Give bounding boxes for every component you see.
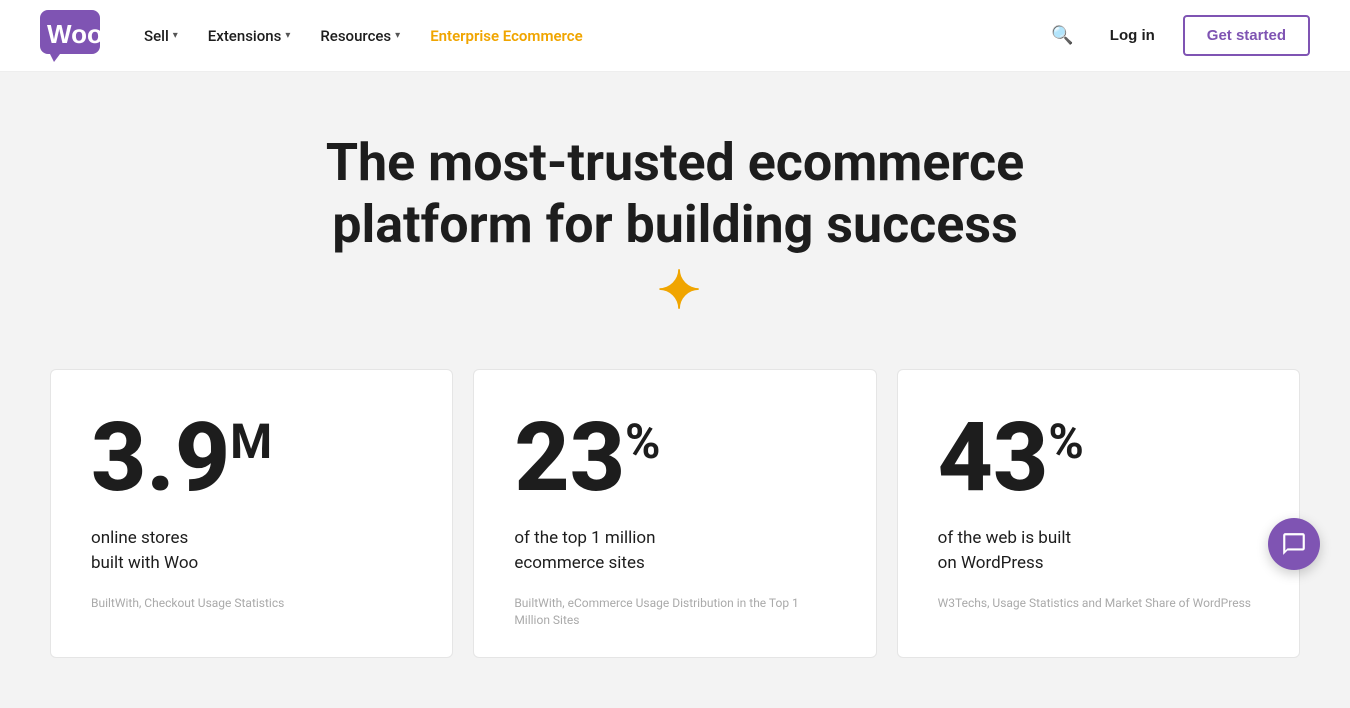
stat-number-ecommerce: 23 % (514, 410, 835, 506)
stat-desc-wordpress: of the web is built on WordPress (938, 526, 1259, 575)
nav-right: 🔍 Log in Get started (1043, 15, 1310, 56)
stat-source-wordpress: W3Techs, Usage Statistics and Market Sha… (938, 595, 1259, 612)
stat-desc-stores: online stores built with Woo (91, 526, 412, 575)
nav-links: Sell ▾ Extensions ▾ Resources ▾ Enterpri… (132, 19, 1043, 53)
login-button[interactable]: Log in (1098, 19, 1167, 52)
sparkle-icon: ✦ (657, 265, 701, 317)
sell-chevron-icon: ▾ (173, 30, 178, 41)
hero-title: The most-trusted ecommerce platform for … (325, 132, 1025, 319)
chat-button[interactable] (1268, 518, 1320, 570)
chat-icon (1281, 531, 1307, 557)
nav-resources[interactable]: Resources ▾ (308, 19, 412, 53)
nav-extensions[interactable]: Extensions ▾ (196, 19, 303, 53)
nav-enterprise[interactable]: Enterprise Ecommerce (418, 19, 595, 53)
stat-source-ecommerce: BuiltWith, eCommerce Usage Distribution … (514, 595, 835, 629)
resources-chevron-icon: ▾ (395, 30, 400, 41)
get-started-button[interactable]: Get started (1183, 15, 1310, 56)
extensions-chevron-icon: ▾ (285, 30, 290, 41)
stat-source-stores: BuiltWith, Checkout Usage Statistics (91, 595, 412, 612)
stat-card-ecommerce: 23 % of the top 1 million ecommerce site… (473, 369, 876, 658)
stat-card-wordpress: 43 % of the web is built on WordPress W3… (897, 369, 1300, 658)
nav-sell[interactable]: Sell ▾ (132, 19, 190, 53)
svg-text:Woo: Woo (47, 19, 100, 49)
logo[interactable]: Woo (40, 10, 100, 62)
navbar: Woo Sell ▾ Extensions ▾ Resources ▾ Ente… (0, 0, 1350, 72)
stat-card-stores: 3.9 M online stores built with Woo Built… (50, 369, 453, 658)
hero-section: The most-trusted ecommerce platform for … (0, 72, 1350, 369)
stat-number-stores: 3.9 M (91, 410, 412, 506)
stat-number-wordpress: 43 % (938, 410, 1259, 506)
search-button[interactable]: 🔍 (1043, 17, 1081, 54)
stat-desc-ecommerce: of the top 1 million ecommerce sites (514, 526, 835, 575)
stats-section: 3.9 M online stores built with Woo Built… (0, 369, 1350, 708)
search-icon: 🔍 (1051, 25, 1073, 45)
woo-logo-icon: Woo (40, 10, 100, 62)
